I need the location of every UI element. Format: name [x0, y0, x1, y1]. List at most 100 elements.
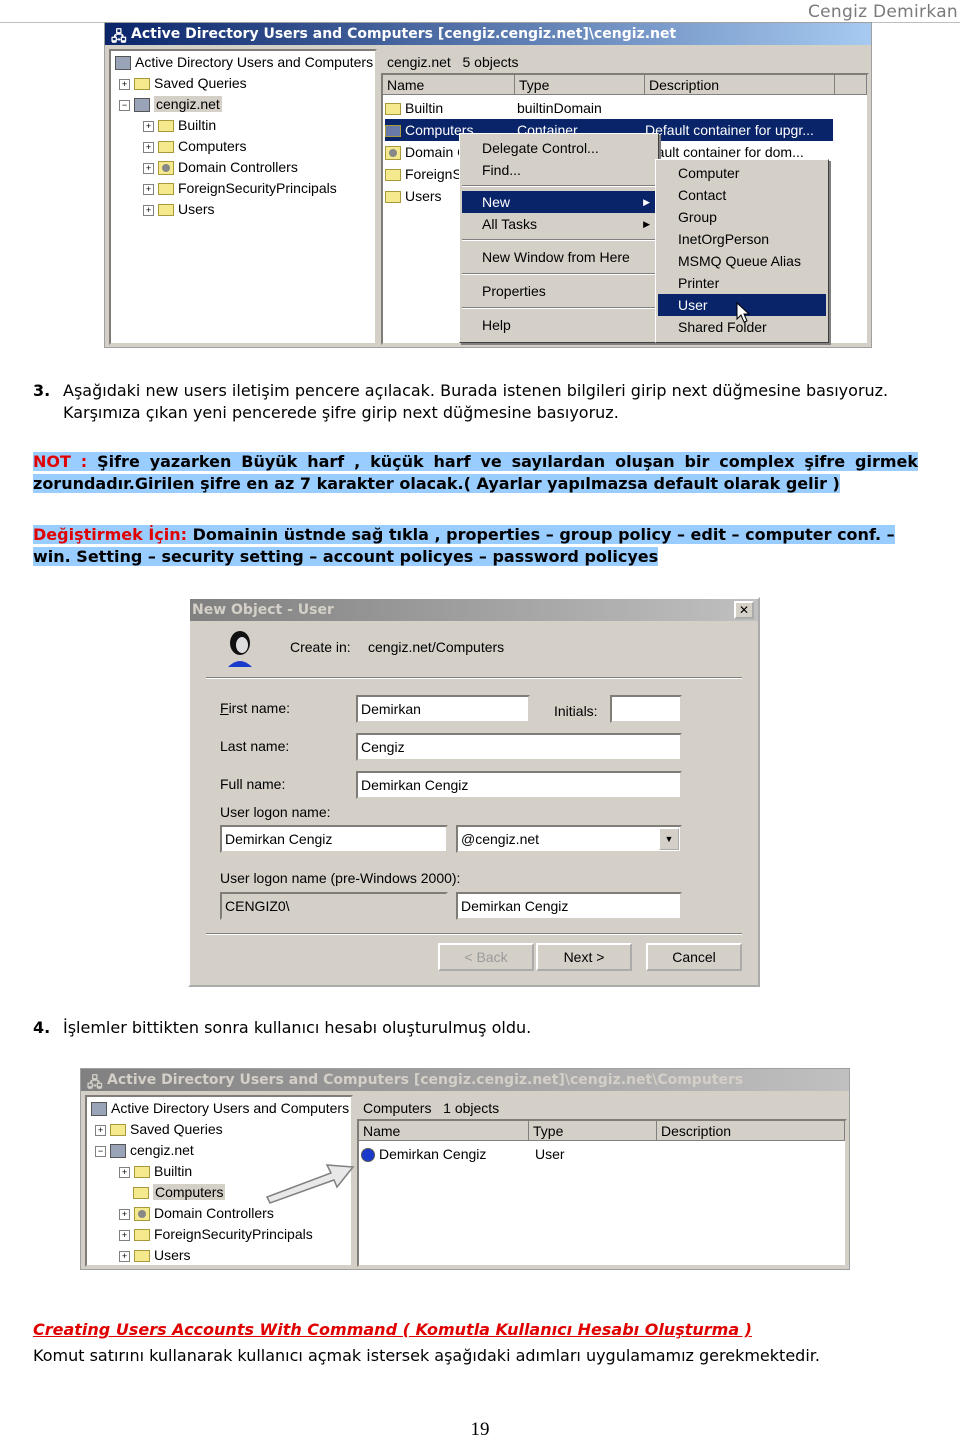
pre-windows-2000-name-input[interactable]: Demirkan Cengiz — [456, 892, 682, 920]
tree-item-users[interactable]: + Users — [143, 199, 215, 219]
aduc-icon — [115, 56, 131, 71]
open-folder-icon — [133, 1187, 149, 1200]
submenu-item-msmq-queue-alias[interactable]: MSMQ Queue Alias — [658, 250, 826, 272]
aduc-window-2: 🖧 Active Directory Users and Computers [… — [80, 1068, 850, 1270]
expand-icon[interactable]: + — [143, 204, 154, 216]
user-icon — [361, 1148, 375, 1163]
initials-input[interactable] — [610, 695, 682, 723]
expand-icon: + — [119, 1250, 130, 1262]
list-row[interactable]: Domain C — [385, 141, 467, 163]
menu-separator — [462, 185, 656, 187]
change-label: Değiştirmek İçin: — [33, 525, 188, 544]
expand-icon: + — [119, 1166, 130, 1178]
user-icon — [228, 631, 252, 667]
menu-item-delegate-control[interactable]: Delegate Control... — [462, 137, 656, 159]
menu-separator — [462, 239, 656, 241]
author-header: Cengiz Demirkan — [807, 2, 958, 22]
list-caption: cengiz.net 5 objects — [387, 54, 519, 70]
tree-item-domain[interactable]: − cengiz.net — [95, 1140, 194, 1160]
expand-icon: + — [119, 1229, 130, 1241]
menu-item-help[interactable]: Help — [462, 314, 656, 336]
menu-item-properties[interactable]: Properties — [462, 280, 656, 302]
expand-icon[interactable]: + — [119, 78, 130, 90]
column-header-name[interactable]: Name — [383, 75, 515, 95]
tree-item-domain-controllers[interactable]: + Domain Controllers — [119, 1203, 274, 1223]
column-header-type[interactable]: Type — [515, 75, 645, 95]
expand-icon[interactable]: + — [143, 120, 154, 132]
tree-item-domain-controllers[interactable]: + Domain Controllers — [143, 157, 298, 177]
aduc-icon: 🖧 — [87, 1075, 103, 1091]
folder-icon — [385, 191, 401, 204]
dropdown-arrow-icon[interactable]: ▼ — [659, 828, 679, 850]
create-in-label: Create in: — [290, 639, 351, 655]
list-row[interactable]: Builtin — [385, 97, 443, 119]
tree-item-domain[interactable]: − cengiz.net — [119, 94, 222, 114]
tree-item-saved-queries[interactable]: + Saved Queries — [95, 1119, 223, 1139]
dialog-title-bar: New Object - User — [190, 599, 758, 621]
list-row[interactable]: ForeignS — [385, 163, 462, 185]
full-name-input[interactable]: Demirkan Cengiz — [356, 771, 682, 799]
last-name-input[interactable]: Cengiz — [356, 733, 682, 761]
tree-root[interactable]: Active Directory Users and Computers — [115, 52, 373, 72]
aduc-icon — [91, 1102, 107, 1117]
submenu-item-contact[interactable]: Contact — [658, 184, 826, 206]
column-header-description[interactable]: Description — [657, 1121, 845, 1141]
user-logon-name-input[interactable]: Demirkan Cengiz — [220, 825, 448, 853]
expand-icon[interactable]: + — [143, 141, 154, 153]
first-name-label: First name: — [220, 700, 291, 716]
folder-icon — [385, 103, 401, 116]
tree-item-users[interactable]: + Users — [119, 1245, 191, 1265]
list-pane: Name Type Description Demirkan Cengiz Us… — [357, 1119, 847, 1267]
cancel-button[interactable]: Cancel — [646, 943, 742, 971]
new-submenu: Computer Contact Group InetOrgPerson MSM… — [655, 159, 829, 343]
submenu-item-printer[interactable]: Printer — [658, 272, 826, 294]
step-4-number: 4. — [33, 1018, 51, 1037]
tree-item-builtin[interactable]: + Builtin — [143, 115, 216, 135]
folder-icon — [134, 1229, 150, 1242]
collapse-icon[interactable]: − — [119, 99, 130, 111]
submenu-item-group[interactable]: Group — [658, 206, 826, 228]
first-name-input[interactable]: Demirkan — [356, 695, 530, 723]
next-button[interactable]: Next > — [536, 943, 632, 971]
tree-item-computers[interactable]: Computers — [133, 1182, 226, 1202]
new-object-user-dialog: New Object - User ✕ Create in: cengiz.ne… — [188, 597, 760, 987]
column-header-type[interactable]: Type — [529, 1121, 657, 1141]
expand-icon: + — [95, 1124, 106, 1136]
list-row[interactable]: Users — [385, 185, 442, 207]
menu-item-find[interactable]: Find... — [462, 159, 656, 181]
submenu-item-inetorgperson[interactable]: InetOrgPerson — [658, 228, 826, 250]
menu-item-new[interactable]: New ▶ — [462, 191, 656, 213]
pre-windows-2000-label: User logon name (pre-Windows 2000): — [220, 870, 461, 886]
back-button[interactable]: < Back — [438, 943, 534, 971]
divider — [206, 933, 742, 935]
step-3-text: Aşağıdaki new users iletişim pencere açı… — [63, 381, 889, 422]
domain-controller-icon — [134, 1207, 150, 1222]
tree-item-builtin[interactable]: + Builtin — [119, 1161, 192, 1181]
tree-item-foreign-security-principals[interactable]: + ForeignSecurityPrincipals — [143, 178, 337, 198]
tree-item-computers[interactable]: + Computers — [143, 136, 246, 156]
window-title: Active Directory Users and Computers [ce… — [131, 26, 677, 42]
last-name-label: Last name: — [220, 738, 290, 754]
expand-icon[interactable]: + — [143, 183, 154, 195]
menu-separator — [462, 307, 656, 309]
expand-icon[interactable]: + — [143, 162, 154, 174]
window-title-bar: 🖧 Active Directory Users and Computers [… — [81, 1069, 849, 1091]
logon-domain-select[interactable]: @cengiz.net ▼ — [456, 825, 682, 853]
list-row[interactable]: Demirkan Cengiz — [361, 1143, 486, 1165]
column-header-description[interactable]: Description — [645, 75, 835, 95]
dialog-title: New Object - User — [192, 602, 334, 618]
tree-item-foreign-security-principals[interactable]: + ForeignSecurityPrincipals — [119, 1224, 313, 1244]
submenu-arrow-icon: ▶ — [643, 219, 650, 229]
close-button[interactable]: ✕ — [734, 601, 754, 619]
menu-item-new-window[interactable]: New Window from Here — [462, 246, 656, 268]
note-label: NOT : — [33, 452, 88, 471]
page-number: 19 — [470, 1419, 490, 1440]
submenu-item-computer[interactable]: Computer — [658, 162, 826, 184]
note-paragraph: NOT : Şifre yazarken Büyük harf , küçük … — [33, 451, 919, 495]
window-title: Active Directory Users and Computers [ce… — [107, 1072, 744, 1088]
list-cell-type: builtinDomain — [517, 100, 602, 116]
tree-item-saved-queries[interactable]: + Saved Queries — [119, 73, 247, 93]
tree-root[interactable]: Active Directory Users and Computers — [91, 1098, 349, 1118]
menu-item-all-tasks[interactable]: All Tasks ▶ — [462, 213, 656, 235]
column-header-name[interactable]: Name — [359, 1121, 529, 1141]
